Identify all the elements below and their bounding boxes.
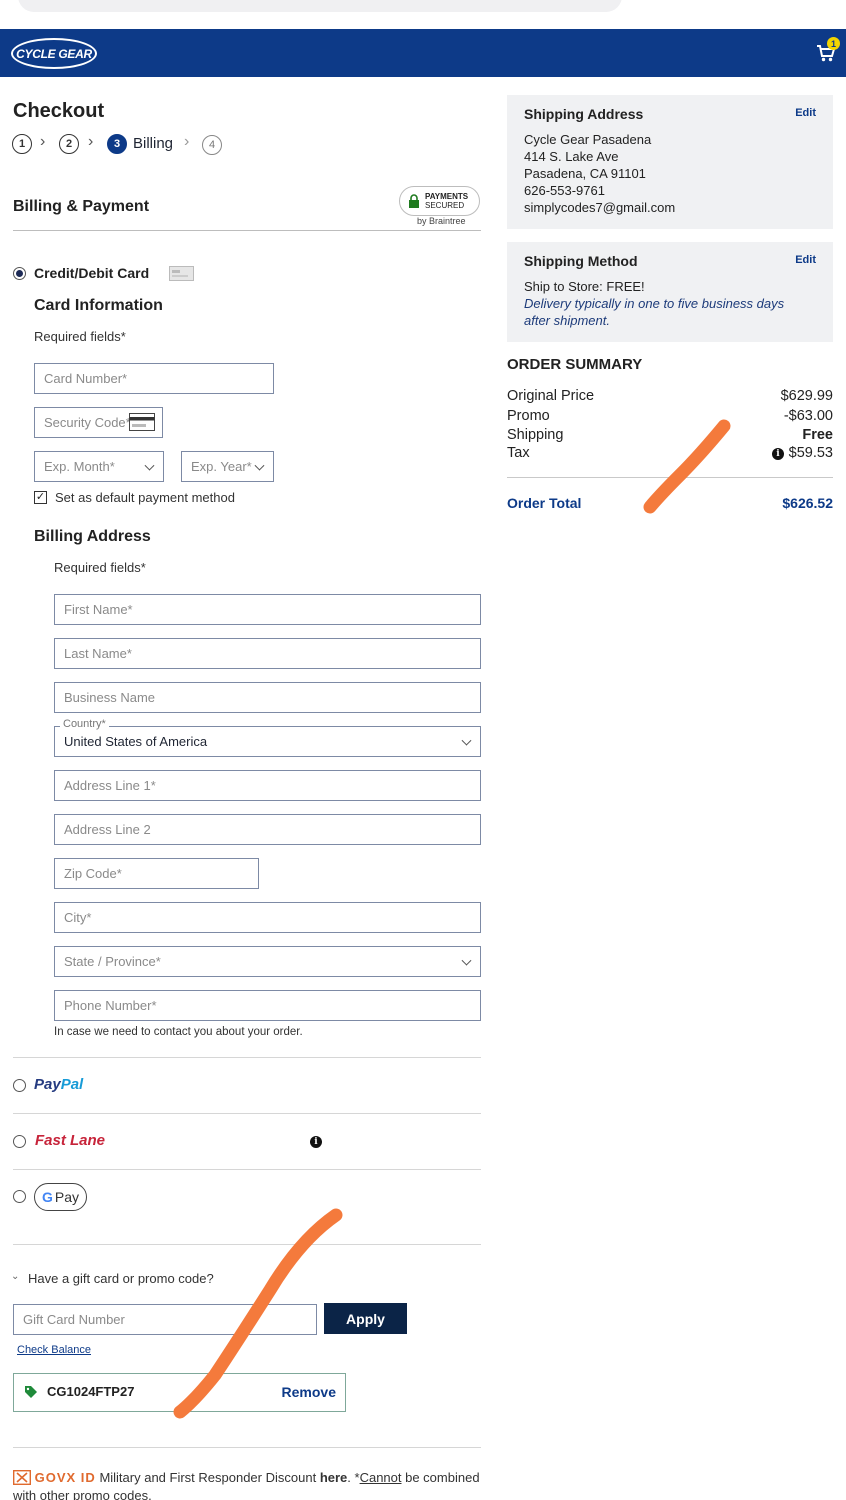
annotation-stroke-promo xyxy=(173,1208,343,1419)
annotation-strokes xyxy=(173,419,731,1419)
annotation-stroke-summary xyxy=(643,419,731,514)
